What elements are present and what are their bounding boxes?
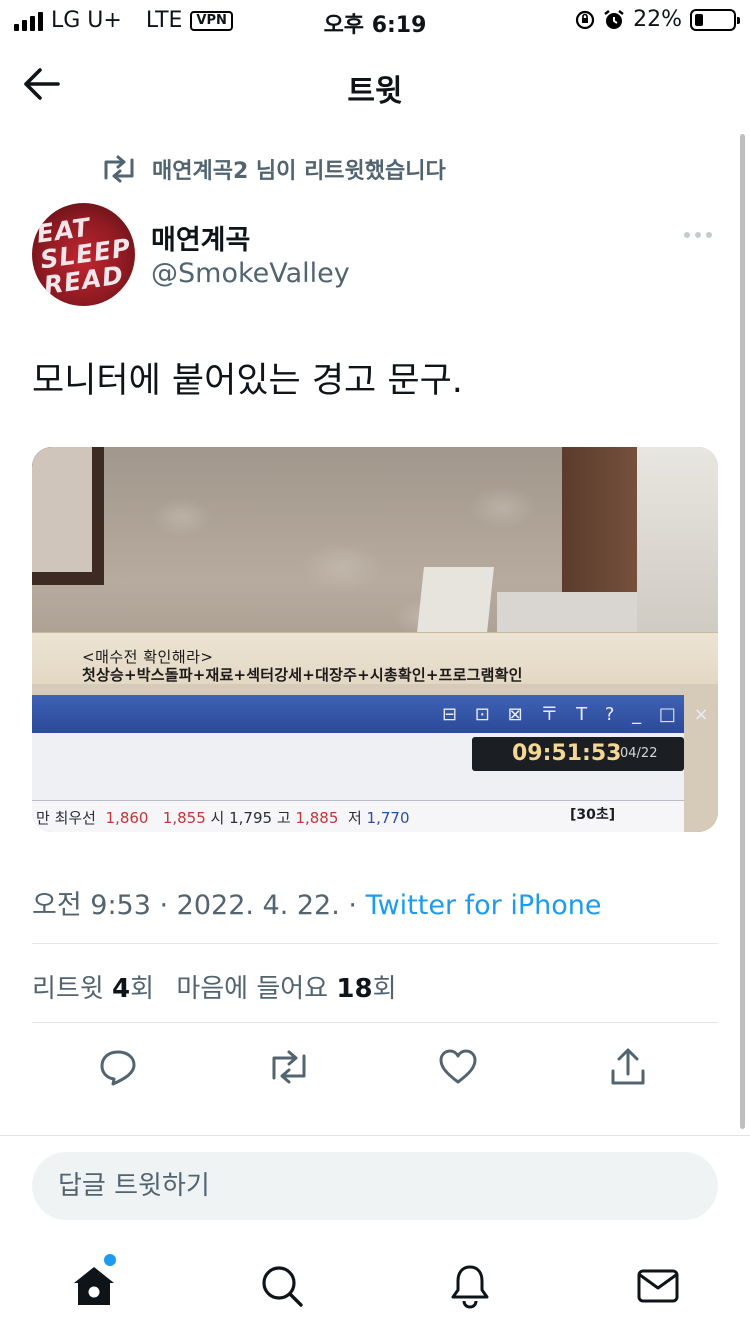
- author-handle[interactable]: @SmokeValley: [151, 258, 350, 289]
- window: [637, 447, 718, 637]
- avatar-logo: EAT SLEEP READ: [34, 212, 133, 301]
- retweet-button[interactable]: [266, 1044, 312, 1090]
- tweet-photo[interactable]: <매수전 확인해라> 첫상승+박스돌파+재료+섹터강세+대장주+시총확인+프로그…: [32, 447, 718, 832]
- tab-messages[interactable]: [634, 1262, 682, 1310]
- status-bar: LG U+ LTE VPN 오후 6:19 22%: [0, 0, 750, 40]
- tweet-date: 2022. 4. 22.: [176, 890, 340, 921]
- reply-button[interactable]: [95, 1044, 141, 1090]
- tweet-stats: 리트윗 4회 마음에 들어요 18회: [32, 968, 396, 1005]
- header: 트윗: [0, 52, 750, 116]
- tweet-meta: 오전 9:53 · 2022. 4. 22. · Twitter for iPh…: [32, 890, 602, 921]
- scrollbar[interactable]: [740, 134, 745, 1129]
- home-icon: [74, 1267, 114, 1305]
- divider: [32, 943, 718, 944]
- warning-text: 첫상승+박스돌파+재료+섹터강세+대장주+시총확인+프로그램확인: [82, 666, 523, 684]
- share-button[interactable]: [605, 1044, 651, 1090]
- battery-icon: [690, 8, 740, 31]
- tab-home[interactable]: [70, 1262, 118, 1310]
- unread-dot: [104, 1254, 116, 1266]
- divider: [32, 1022, 718, 1023]
- clock-time: 09:51:53: [512, 741, 622, 766]
- reply-icon: [100, 1050, 136, 1086]
- tweet-source-link[interactable]: Twitter for iPhone: [366, 890, 602, 921]
- reply-input[interactable]: [58, 1168, 678, 1204]
- clock-date: 04/22: [620, 746, 658, 761]
- picture-frame: [32, 447, 104, 585]
- mail-icon: [637, 1269, 679, 1303]
- page-title: 트윗: [347, 74, 403, 109]
- author-name[interactable]: 매연계곡: [151, 218, 250, 257]
- refresh-interval-label: [30초]: [570, 807, 616, 823]
- retweet-context[interactable]: 매연계곡2 님이 리트윗했습니다: [100, 153, 446, 185]
- search-icon: [262, 1266, 303, 1307]
- retweet-icon: [104, 155, 134, 183]
- paper-sheet: [416, 567, 494, 642]
- status-right: 22%: [575, 7, 740, 32]
- share-icon: [611, 1048, 645, 1085]
- battery-percent: 22%: [633, 7, 682, 32]
- like-button[interactable]: [435, 1044, 481, 1090]
- reply-bar[interactable]: [32, 1152, 718, 1220]
- retweets-stat[interactable]: 리트윗 4회: [32, 974, 154, 1004]
- more-dots-icon[interactable]: [684, 232, 712, 238]
- retweet-context-label: 매연계곡2 님이 리트윗했습니다: [152, 159, 446, 184]
- likes-stat[interactable]: 마음에 들어요 18회: [176, 974, 396, 1004]
- tweet-time: 오전 9:53: [32, 890, 151, 921]
- rotation-lock-icon: [575, 10, 595, 29]
- avatar[interactable]: EAT SLEEP READ: [32, 203, 135, 306]
- retweet-icon: [272, 1050, 306, 1084]
- tab-notifications[interactable]: [446, 1262, 494, 1310]
- divider: [0, 1135, 750, 1136]
- tweet-text: 모니터에 붙어있는 경고 문구.: [32, 361, 463, 401]
- screen-window-icons: ⊟ ⊡ ⊠ 〒 T ? _ □ ×: [442, 704, 715, 725]
- tab-search[interactable]: [258, 1262, 306, 1310]
- quote-text: 만 최우선 1,860 1,855 시 1,795 고 1,885 저 1,77…: [36, 809, 410, 827]
- alarm-icon: [604, 9, 624, 29]
- bell-icon: [451, 1265, 489, 1309]
- heart-icon: [439, 1049, 477, 1084]
